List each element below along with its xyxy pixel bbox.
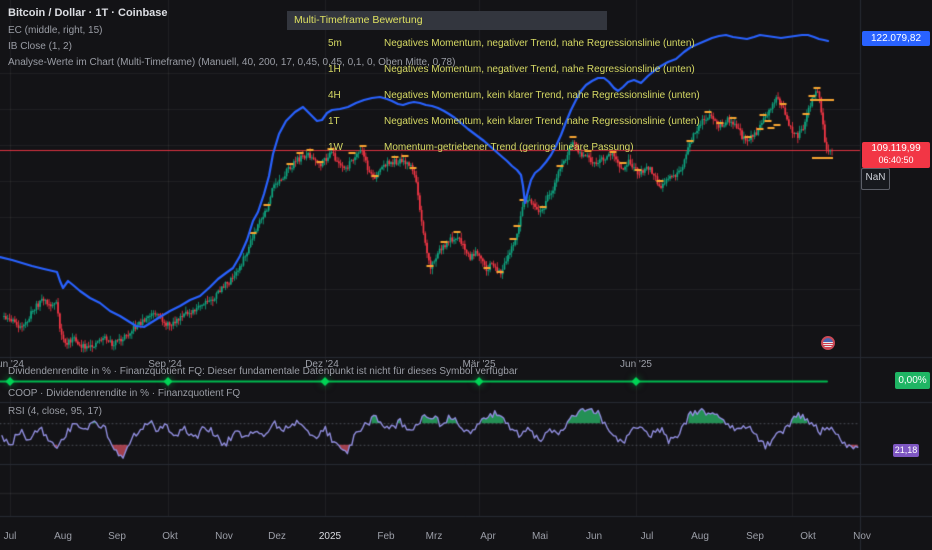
dividend-series-label[interactable]: COOP · Dividendenrendite in % · Finanzqu… — [8, 388, 240, 399]
last-price-value: 109.119,99 — [871, 143, 920, 154]
mtf-row-assessment: Negatives Momentum, kein klarer Trend, n… — [384, 90, 700, 101]
mtf-row-assessment: Negatives Momentum, negativer Trend, nah… — [384, 38, 695, 49]
time-axis-label: Sep — [108, 531, 126, 542]
indicator-legend-ib-close[interactable]: IB Close (1, 2) — [8, 41, 72, 52]
time-axis-label: Sep — [746, 531, 764, 542]
symbol-title[interactable]: Bitcoin / Dollar · 1T · Coinbase — [8, 7, 168, 19]
time-axis-label: Jul — [4, 531, 17, 542]
time-axis-label: Okt — [162, 531, 178, 542]
mtf-row-assessment: Negatives Momentum, kein klarer Trend, n… — [384, 116, 700, 127]
mtf-row-timeframe: 1W — [328, 142, 343, 153]
time-axis-label: Apr — [480, 531, 496, 542]
time-axis-label: Nov — [853, 531, 871, 542]
mtf-panel-header: Multi-Timeframe Bewertung — [287, 11, 607, 30]
mtf-row-timeframe: 1T — [328, 116, 340, 127]
dividend-value-badge: 0,00% — [895, 372, 930, 389]
time-axis-label: Dez — [268, 531, 286, 542]
time-axis-label: Jul — [641, 531, 654, 542]
mtf-row-assessment: Negatives Momentum, negativer Trend, nah… — [384, 64, 695, 75]
quarter-label: Jun '25 — [620, 359, 652, 370]
time-axis-label: Jun — [586, 531, 602, 542]
time-axis-label: Aug — [691, 531, 709, 542]
dividend-unavailable-note: Dividendenrendite in % · Finanzquotient … — [8, 366, 518, 377]
bar-countdown: 06:40:50 — [862, 155, 930, 166]
time-axis-label: Nov — [215, 531, 233, 542]
mtf-row-timeframe: 1H — [328, 64, 341, 75]
event-flag-icon[interactable] — [821, 336, 835, 350]
price-chart-canvas[interactable] — [0, 0, 932, 550]
mtf-row-timeframe: 5m — [328, 38, 342, 49]
time-axis-label: Mai — [532, 531, 548, 542]
last-price-badge: 109.119,99 06:40:50 — [862, 142, 930, 168]
time-axis-label: Mrz — [426, 531, 443, 542]
time-axis-label: 2025 — [319, 531, 341, 542]
rsi-value-badge: 21,18 — [893, 444, 919, 457]
rsi-indicator-label[interactable]: RSI (4, close, 95, 17) — [8, 406, 102, 417]
nan-value-badge: NaN — [861, 168, 890, 190]
trading-chart-window: Bitcoin / Dollar · 1T · Coinbase EC (mid… — [0, 0, 932, 550]
time-axis-label: Feb — [377, 531, 394, 542]
ec-value-badge: 122.079,82 — [862, 31, 930, 46]
mtf-row-assessment: Momentum-getriebener Trend (geringe line… — [384, 142, 634, 153]
indicator-legend-ec[interactable]: EC (middle, right, 15) — [8, 25, 102, 36]
mtf-row-timeframe: 4H — [328, 90, 341, 101]
time-axis-label: Aug — [54, 531, 72, 542]
time-axis-label: Okt — [800, 531, 816, 542]
